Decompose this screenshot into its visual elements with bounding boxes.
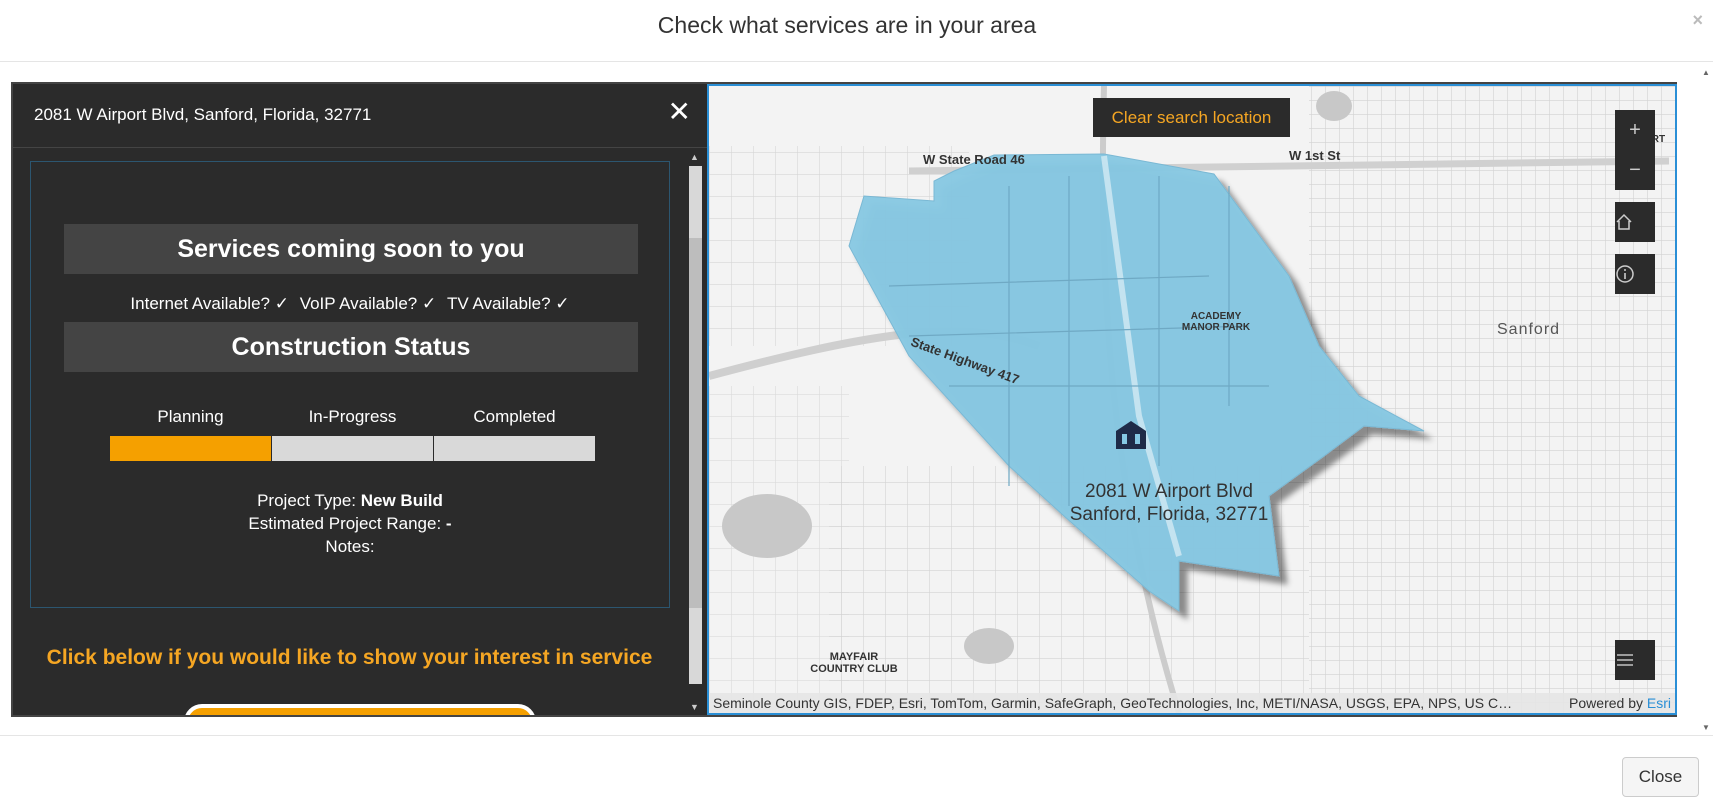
project-details: Project Type: New Build Estimated Projec… bbox=[31, 489, 669, 558]
attribution-text: Seminole County GIS, FDEP, Esri, TomTom,… bbox=[713, 695, 1513, 711]
map-view[interactable]: W State Road 46 W 1st St State Highway 4… bbox=[707, 84, 1677, 715]
panel-close-icon[interactable]: ✕ bbox=[668, 98, 691, 126]
info-button[interactable] bbox=[1615, 254, 1655, 294]
zoom-in-button[interactable]: + bbox=[1615, 110, 1655, 150]
modal-footer: Close bbox=[0, 735, 1713, 797]
project-type: Project Type: New Build bbox=[257, 491, 443, 510]
clear-search-location-button[interactable]: Clear search location bbox=[1093, 98, 1290, 137]
modal-scrollbar[interactable]: ▲ ▼ bbox=[1699, 66, 1713, 734]
map-attribution: Seminole County GIS, FDEP, Esri, TomTom,… bbox=[709, 693, 1675, 713]
availability-list: Internet Available? ✓ VoIP Available? ✓ … bbox=[31, 294, 669, 314]
step-planning: Planning bbox=[110, 407, 271, 461]
info-icon bbox=[1616, 265, 1634, 283]
esri-link[interactable]: Esri bbox=[1647, 695, 1671, 711]
zoom-out-button[interactable]: − bbox=[1615, 150, 1655, 190]
step-in-progress: In-Progress bbox=[272, 407, 433, 461]
tv-availability: TV Available? ✓ bbox=[446, 294, 570, 313]
show-interest-button[interactable] bbox=[184, 704, 536, 715]
estimated-range: Estimated Project Range: - bbox=[248, 514, 452, 533]
pin-address-label: 2081 W Airport Blvd Sanford, Florida, 32… bbox=[1069, 481, 1269, 525]
modal-body: 2081 W Airport Blvd, Sanford, Florida, 3… bbox=[11, 82, 1677, 717]
place-label-sanford: Sanford bbox=[1497, 321, 1561, 338]
modal-title: Check what services are in your area bbox=[657, 12, 1037, 38]
scroll-thumb[interactable] bbox=[689, 238, 702, 608]
home-icon bbox=[1616, 213, 1632, 230]
notes: Notes: bbox=[325, 537, 375, 556]
scroll-down-icon[interactable]: ▼ bbox=[1702, 723, 1710, 732]
scroll-up-icon[interactable]: ▲ bbox=[690, 152, 699, 162]
panel-scrollbar[interactable]: ▲ ▼ bbox=[686, 148, 705, 715]
project-type-value: New Build bbox=[360, 491, 443, 510]
step-label: Planning bbox=[157, 407, 224, 426]
estimated-range-value: - bbox=[445, 514, 452, 533]
step-bar-completed bbox=[434, 436, 595, 461]
voip-availability: VoIP Available? ✓ bbox=[299, 294, 437, 313]
services-heading: Services coming soon to you bbox=[64, 224, 638, 274]
list-icon bbox=[1617, 654, 1633, 666]
info-panel: 2081 W Airport Blvd, Sanford, Florida, 3… bbox=[13, 84, 707, 715]
road-label-w-1st-st: W 1st St bbox=[1289, 148, 1341, 163]
layer-list-button[interactable] bbox=[1615, 640, 1655, 680]
modal-close-icon[interactable]: × bbox=[1692, 10, 1703, 31]
step-label: Completed bbox=[473, 407, 556, 426]
place-label-mayfair: MAYFAIR COUNTRY CLUB bbox=[810, 651, 898, 675]
place-label-academy: ACADEMY MANOR PARK bbox=[1181, 311, 1251, 333]
close-button[interactable]: Close bbox=[1622, 757, 1699, 797]
map-canvas[interactable] bbox=[709, 86, 1675, 713]
home-button[interactable] bbox=[1615, 202, 1655, 242]
scroll-down-icon[interactable]: ▼ bbox=[690, 702, 699, 712]
construction-heading: Construction Status bbox=[64, 322, 638, 372]
interest-prompt: Click below if you would like to show yo… bbox=[46, 646, 653, 669]
step-completed: Completed bbox=[434, 407, 595, 461]
panel-header: 2081 W Airport Blvd, Sanford, Florida, 3… bbox=[13, 84, 707, 148]
service-card: Services coming soon to you Internet Ava… bbox=[30, 161, 670, 608]
internet-availability: Internet Available? ✓ bbox=[130, 294, 289, 313]
road-label-w-state-road-46: W State Road 46 bbox=[923, 152, 1025, 167]
powered-by: Powered by Esri bbox=[1569, 695, 1671, 711]
step-label: In-Progress bbox=[308, 407, 397, 426]
panel-address: 2081 W Airport Blvd, Sanford, Florida, 3… bbox=[34, 105, 372, 124]
step-bar-in-progress bbox=[272, 436, 433, 461]
step-bar-planning bbox=[110, 436, 271, 461]
scroll-up-icon[interactable]: ▲ bbox=[1702, 68, 1710, 77]
modal-header: Check what services are in your area × bbox=[0, 0, 1713, 62]
